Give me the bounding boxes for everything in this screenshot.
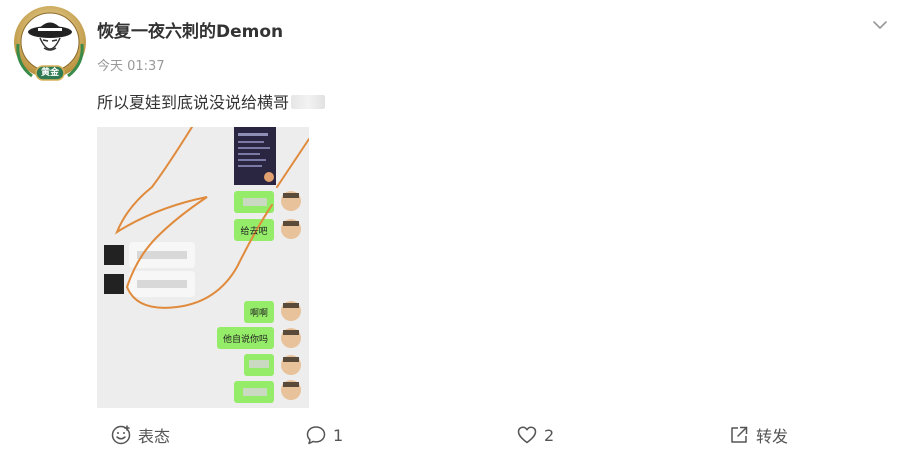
react-button[interactable]: 表态	[110, 421, 170, 449]
contact-avatar	[104, 274, 124, 294]
comment-button[interactable]: 1	[305, 421, 343, 449]
chat-message-1: 给去吧	[240, 227, 268, 237]
post-image[interactable]: 给去吧 啊啊 他自说你吗	[97, 127, 309, 408]
heart-icon	[517, 426, 537, 444]
blurred-text	[291, 95, 326, 109]
comment-icon	[306, 426, 326, 445]
react-label: 表态	[138, 427, 171, 446]
author-name[interactable]: 恢复一夜六刺的Demon	[97, 17, 283, 42]
share-button[interactable]: 转发	[728, 421, 788, 449]
like-count: 2	[544, 425, 555, 445]
share-icon	[731, 426, 748, 443]
share-label: 转发	[756, 427, 789, 446]
contact-avatar	[104, 245, 124, 265]
badge-label: 黄金	[40, 68, 59, 78]
like-button[interactable]: 2	[516, 421, 554, 449]
thumbnail-image	[234, 127, 276, 185]
post-text: 所以夏娃到底说没说给横哥	[97, 89, 326, 113]
post-text-content: 所以夏娃到底说没说给横哥	[97, 93, 290, 112]
chat-message-3: 他自说你吗	[222, 335, 268, 345]
chat-message-2: 啊啊	[249, 309, 268, 319]
post-timestamp: 今天 01:37	[97, 59, 165, 74]
smiley-icon	[111, 425, 131, 445]
comment-count: 1	[333, 425, 344, 445]
chevron-down-icon[interactable]	[869, 14, 891, 36]
avatar[interactable]: 黄金	[10, 4, 90, 84]
